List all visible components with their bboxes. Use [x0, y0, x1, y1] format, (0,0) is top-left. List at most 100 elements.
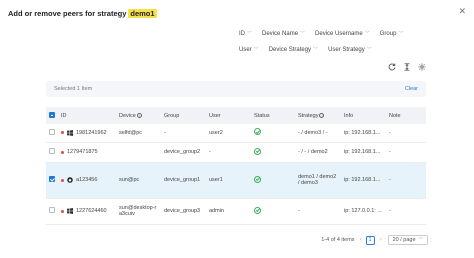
row-checkbox[interactable] — [49, 128, 55, 135]
close-icon[interactable]: ✕ — [458, 7, 466, 16]
filter-label: Device Username — [315, 30, 363, 37]
linux-icon — [67, 177, 73, 183]
table-row[interactable]: a123456 sun@pc device_group1 user1 demo1… — [46, 162, 426, 199]
windows-icon — [67, 208, 73, 214]
group-cell: device_group3 — [161, 198, 206, 225]
user-cell: user1 — [206, 162, 251, 199]
column-height-icon[interactable] — [401, 62, 413, 72]
peer-id: 1279471875 — [67, 149, 98, 155]
filter-row-1: ID ﹀ Device Name ﹀ Device Username ﹀ Group ﹀ — [239, 30, 413, 38]
column-header-strategy[interactable]: Strategy i — [295, 107, 341, 124]
column-header-note[interactable]: Note — [386, 107, 426, 124]
info-cell: ip: 127.0.0.1: ... — [341, 198, 386, 225]
table-row[interactable]: 1227624460 sun@desktop-ra3cuiv device_gr… — [46, 198, 426, 225]
filter-device-strategy[interactable]: Device Strategy ﹀ — [268, 46, 319, 54]
filter-row-2: User ﹀ Device Strategy ﹀ User Strategy ﹀ — [239, 46, 382, 54]
table-toolbar — [383, 62, 428, 72]
group-cell: - — [161, 124, 206, 143]
column-header-device-label: Device — [119, 112, 136, 119]
chevron-down-icon: ﹀ — [364, 31, 370, 37]
page-button-1[interactable]: 1 — [365, 235, 375, 245]
device-cell: selfd@pc — [116, 124, 161, 143]
peer-id: 1227624460 — [76, 208, 107, 214]
filter-user-strategy[interactable]: User Strategy ﹀ — [328, 46, 372, 54]
info-cell: ip: 192.168.1... — [341, 162, 386, 199]
table-row[interactable]: 1279471875 device_group2 - - / - / demo2… — [46, 142, 426, 163]
select-all-cell[interactable] — [46, 107, 58, 124]
device-cell — [116, 142, 161, 163]
page-size-value: 20 / page — [392, 237, 416, 243]
row-checkbox[interactable] — [49, 148, 55, 154]
peer-id: 1981241962 — [76, 129, 107, 136]
note-cell: - — [386, 162, 426, 199]
user-cell: admin — [206, 198, 251, 225]
strategy-cell: - / demo3 / - — [295, 124, 341, 143]
filter-label: User — [239, 46, 252, 53]
filter-device-username[interactable]: Device Username ﹀ — [315, 30, 370, 38]
chevron-down-icon: ﹀ — [313, 47, 319, 53]
filter-label: User Strategy — [328, 46, 365, 53]
column-header-group[interactable]: Group — [161, 107, 206, 124]
page-size-select[interactable]: 20 / page ﹀ — [387, 235, 428, 245]
table-row[interactable]: 1981241962 selfd@pc - user2 - / demo3 / … — [46, 124, 426, 143]
info-cell: ip: 192.168.1... — [341, 124, 386, 143]
info-icon[interactable]: i — [136, 112, 142, 118]
selection-bar: Selected 1 Item Clear — [46, 81, 426, 97]
row-checkbox[interactable] — [49, 207, 55, 213]
note-cell: - — [386, 198, 426, 225]
filter-device-name[interactable]: Device Name ﹀ — [262, 30, 306, 38]
note-cell: - — [386, 124, 426, 143]
strategy-badge: demo1 — [128, 9, 157, 18]
offline-status-dot — [61, 131, 64, 135]
next-page-icon[interactable]: › — [380, 237, 382, 243]
filter-label: Device Name — [262, 30, 299, 37]
group-cell: device_group2 — [161, 142, 206, 163]
chevron-down-icon: ﹀ — [366, 47, 372, 53]
chevron-down-icon: ﹀ — [253, 47, 259, 53]
select-all-checkbox[interactable] — [49, 111, 55, 118]
pagination-range: 1-4 of 4 items — [321, 237, 355, 243]
device-cell: sun@desktop-ra3cuiv — [116, 198, 161, 225]
selection-count: Selected 1 Item — [54, 86, 93, 92]
column-header-user[interactable]: User — [206, 107, 251, 124]
chevron-down-icon: ﹀ — [300, 31, 306, 37]
column-header-info[interactable]: Info — [341, 107, 386, 124]
column-header-strategy-label: Strategy — [298, 112, 319, 119]
info-cell: ip: 192.168.1... — [341, 142, 386, 163]
offline-status-dot — [61, 178, 64, 182]
column-header-id[interactable]: ID — [58, 107, 116, 124]
chevron-down-icon: ﹀ — [247, 31, 253, 37]
strategy-cell: - / - / demo2 — [295, 142, 341, 163]
filter-user[interactable]: User ﹀ — [239, 46, 259, 54]
user-cell: user2 — [206, 124, 251, 143]
clear-selection-link[interactable]: Clear — [405, 86, 418, 92]
offline-status-dot — [61, 150, 64, 154]
online-check-icon — [254, 128, 261, 136]
peers-table: ID Device i Group User Status Strategy i I… — [46, 107, 426, 225]
chevron-down-icon: ﹀ — [398, 31, 404, 37]
online-check-icon — [254, 147, 261, 155]
device-cell: sun@pc — [116, 162, 161, 199]
column-header-device[interactable]: Device i — [116, 107, 161, 124]
filter-label: Device Strategy — [268, 46, 312, 53]
dialog-title: Add or remove peers for strategy demo1 — [8, 9, 157, 18]
group-cell: device_group1 — [161, 162, 206, 199]
strategy-cell: demo1 / demo2 / demo3 — [295, 162, 341, 199]
strategy-cell: - — [295, 198, 341, 225]
online-check-icon — [254, 175, 261, 183]
offline-status-dot — [61, 209, 64, 213]
note-cell: - — [386, 142, 426, 163]
filter-group[interactable]: Group ﹀ — [380, 30, 404, 38]
filter-label: ID — [239, 30, 245, 37]
table-header-row: ID Device i Group User Status Strategy i I… — [46, 107, 426, 124]
info-icon[interactable]: i — [319, 112, 325, 118]
refresh-icon[interactable] — [386, 62, 398, 72]
row-checkbox[interactable] — [49, 176, 55, 182]
filter-id[interactable]: ID ﹀ — [239, 30, 253, 38]
windows-icon — [67, 129, 73, 136]
column-header-status[interactable]: Status — [251, 107, 295, 124]
settings-icon[interactable] — [416, 62, 428, 72]
prev-page-icon[interactable]: ‹ — [360, 237, 362, 243]
pagination: 1-4 of 4 items ‹ 1 › 20 / page ﹀ — [321, 235, 428, 245]
user-cell: - — [206, 142, 251, 163]
